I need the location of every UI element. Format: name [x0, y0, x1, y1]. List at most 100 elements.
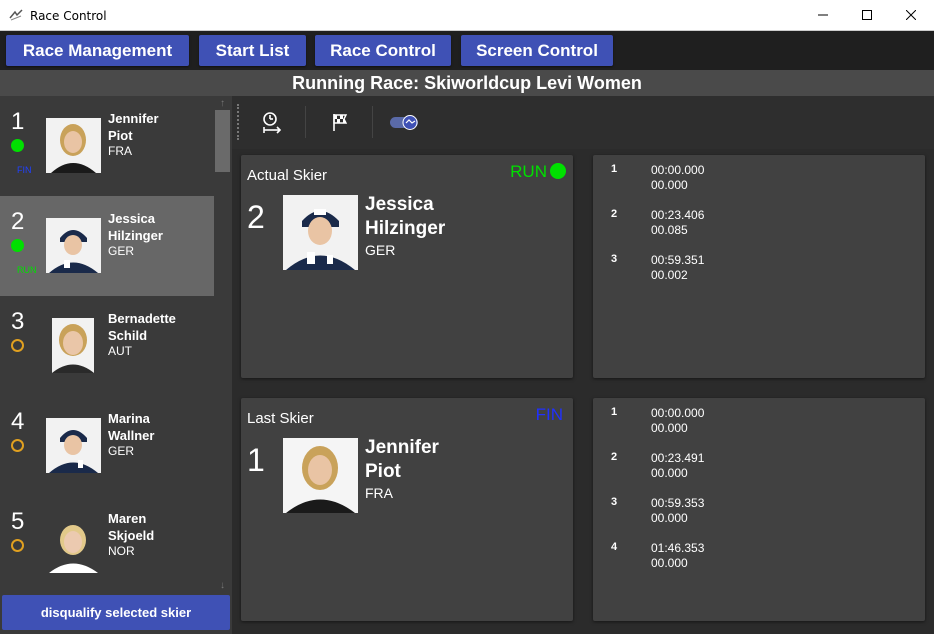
split-time: 00:00.000 — [651, 406, 705, 420]
disqualify-button[interactable]: disqualify selected skier — [2, 595, 230, 630]
last-name: Hilzinger — [365, 218, 446, 239]
skier-list-panel: 1 FIN Jennifer Piot FRA 2 RUN Jessica Hi… — [0, 96, 232, 634]
list-scrollbar[interactable]: ↑ ↓ — [214, 96, 231, 594]
start-number: 2 — [11, 208, 25, 235]
nation: AUT — [108, 344, 132, 358]
race-management-button[interactable]: Race Management — [6, 35, 189, 66]
avatar — [52, 318, 94, 373]
app-icon — [9, 9, 23, 21]
last-name: Piot — [365, 461, 401, 482]
status-dot — [11, 239, 24, 252]
split-diff: 00.000 — [651, 178, 688, 192]
status-dot — [550, 163, 566, 179]
screen-control-button[interactable]: Screen Control — [461, 35, 613, 66]
maximize-button[interactable] — [844, 0, 890, 30]
status-badge: FIN — [535, 405, 563, 424]
status-dot — [11, 139, 24, 152]
split-time: 00:59.351 — [651, 253, 705, 267]
nation: GER — [108, 244, 135, 258]
skier-name: Bernadette Schild — [108, 310, 208, 344]
card-label: Actual Skier — [247, 167, 328, 184]
start-number: 1 — [11, 108, 25, 135]
first-name: Jennifer — [108, 111, 159, 126]
running-race-title: Running Race: Skiworldcup Levi Women — [0, 70, 934, 96]
title-bar: Race Control — [0, 0, 934, 31]
last-name: Schild — [108, 328, 148, 343]
list-item[interactable]: 3 Bernadette Schild AUT — [0, 296, 214, 396]
list-item[interactable]: 4 Marina Wallner GER — [0, 396, 214, 496]
list-item[interactable]: 5 Maren Skjoeld NOR — [0, 496, 214, 594]
list-item[interactable]: 2 RUN Jessica Hilzinger GER — [0, 196, 214, 296]
split-diff: 00.000 — [651, 466, 688, 480]
toolbar-separator — [305, 106, 306, 138]
close-button[interactable] — [888, 0, 934, 30]
status-dot — [11, 539, 24, 552]
split-index: 1 — [611, 406, 618, 418]
split-diff: 00.085 — [651, 223, 688, 237]
minimize-icon — [818, 14, 828, 16]
skier-name: Jessica Hilzinger — [108, 210, 208, 244]
skier-name: Maren Skjoeld — [108, 510, 208, 544]
split-diff: 00.000 — [651, 511, 688, 525]
start-number: 5 — [11, 508, 25, 535]
status-label: RUN — [17, 265, 37, 275]
toolbar-grip[interactable] — [237, 104, 239, 140]
start-number: 1 — [247, 442, 265, 478]
skier-name: Jennifer Piot — [108, 110, 208, 144]
first-name: Jessica — [365, 194, 434, 215]
last-name: Skjoeld — [108, 528, 155, 543]
first-name: Bernadette — [108, 311, 176, 326]
scrollbar-thumb[interactable] — [215, 110, 230, 172]
start-number: 3 — [11, 308, 25, 335]
split-time: 00:59.353 — [651, 496, 705, 510]
skier-name: Marina Wallner — [108, 410, 208, 444]
split-time: 00:23.406 — [651, 208, 705, 222]
last-skier-card: Last Skier FIN 1 Jennifer Piot FRA — [241, 398, 573, 621]
nation: NOR — [108, 544, 135, 558]
start-list-button[interactable]: Start List — [199, 35, 306, 66]
toolbar — [232, 96, 934, 149]
avatar — [46, 218, 101, 273]
split-index: 4 — [611, 541, 618, 553]
race-control-button[interactable]: Race Control — [315, 35, 451, 66]
start-number: 4 — [11, 408, 25, 435]
first-name: Jennifer — [365, 437, 439, 458]
window-title: Race Control — [30, 9, 107, 23]
split-diff: 00.000 — [651, 556, 688, 570]
last-name: Hilzinger — [108, 228, 163, 243]
toggle-icon[interactable] — [388, 110, 422, 134]
split-index: 1 — [611, 163, 618, 175]
main-nav: Race Management Start List Race Control … — [0, 31, 934, 70]
avatar — [283, 195, 358, 270]
checkered-flag-icon[interactable] — [328, 110, 352, 134]
scroll-down-arrow-icon[interactable]: ↓ — [214, 578, 231, 593]
split-time: 01:46.353 — [651, 541, 705, 555]
skier-list[interactable]: 1 FIN Jennifer Piot FRA 2 RUN Jessica Hi… — [0, 96, 214, 594]
nation: FRA — [365, 485, 393, 501]
timer-icon[interactable] — [260, 110, 284, 134]
first-name: Maren — [108, 511, 147, 526]
status-dot — [11, 439, 24, 452]
split-diff: 00.002 — [651, 268, 688, 282]
toolbar-separator — [372, 106, 373, 138]
start-number: 2 — [247, 199, 265, 235]
list-item[interactable]: 1 FIN Jennifer Piot FRA — [0, 96, 214, 196]
avatar — [46, 118, 101, 173]
scroll-up-arrow-icon[interactable]: ↑ — [214, 96, 231, 111]
split-index: 3 — [611, 253, 618, 265]
split-time: 00:23.491 — [651, 451, 705, 465]
last-splits-card: 1 00:00.000 00.000 2 00:23.491 00.000 3 … — [593, 398, 925, 621]
actual-skier-card: Actual Skier RUN 2 Jessica Hilzinger GER — [241, 155, 573, 378]
actual-splits-card: 1 00:00.000 00.000 2 00:23.406 00.085 3 … — [593, 155, 925, 378]
split-index: 3 — [611, 496, 618, 508]
minimize-button[interactable] — [800, 0, 846, 30]
split-index: 2 — [611, 208, 618, 220]
split-time: 00:00.000 — [651, 163, 705, 177]
split-index: 2 — [611, 451, 618, 463]
first-name: Marina — [108, 411, 150, 426]
close-icon — [906, 10, 916, 20]
avatar — [283, 438, 358, 513]
maximize-icon — [862, 10, 872, 20]
avatar — [46, 518, 101, 573]
status-label: FIN — [17, 165, 32, 175]
